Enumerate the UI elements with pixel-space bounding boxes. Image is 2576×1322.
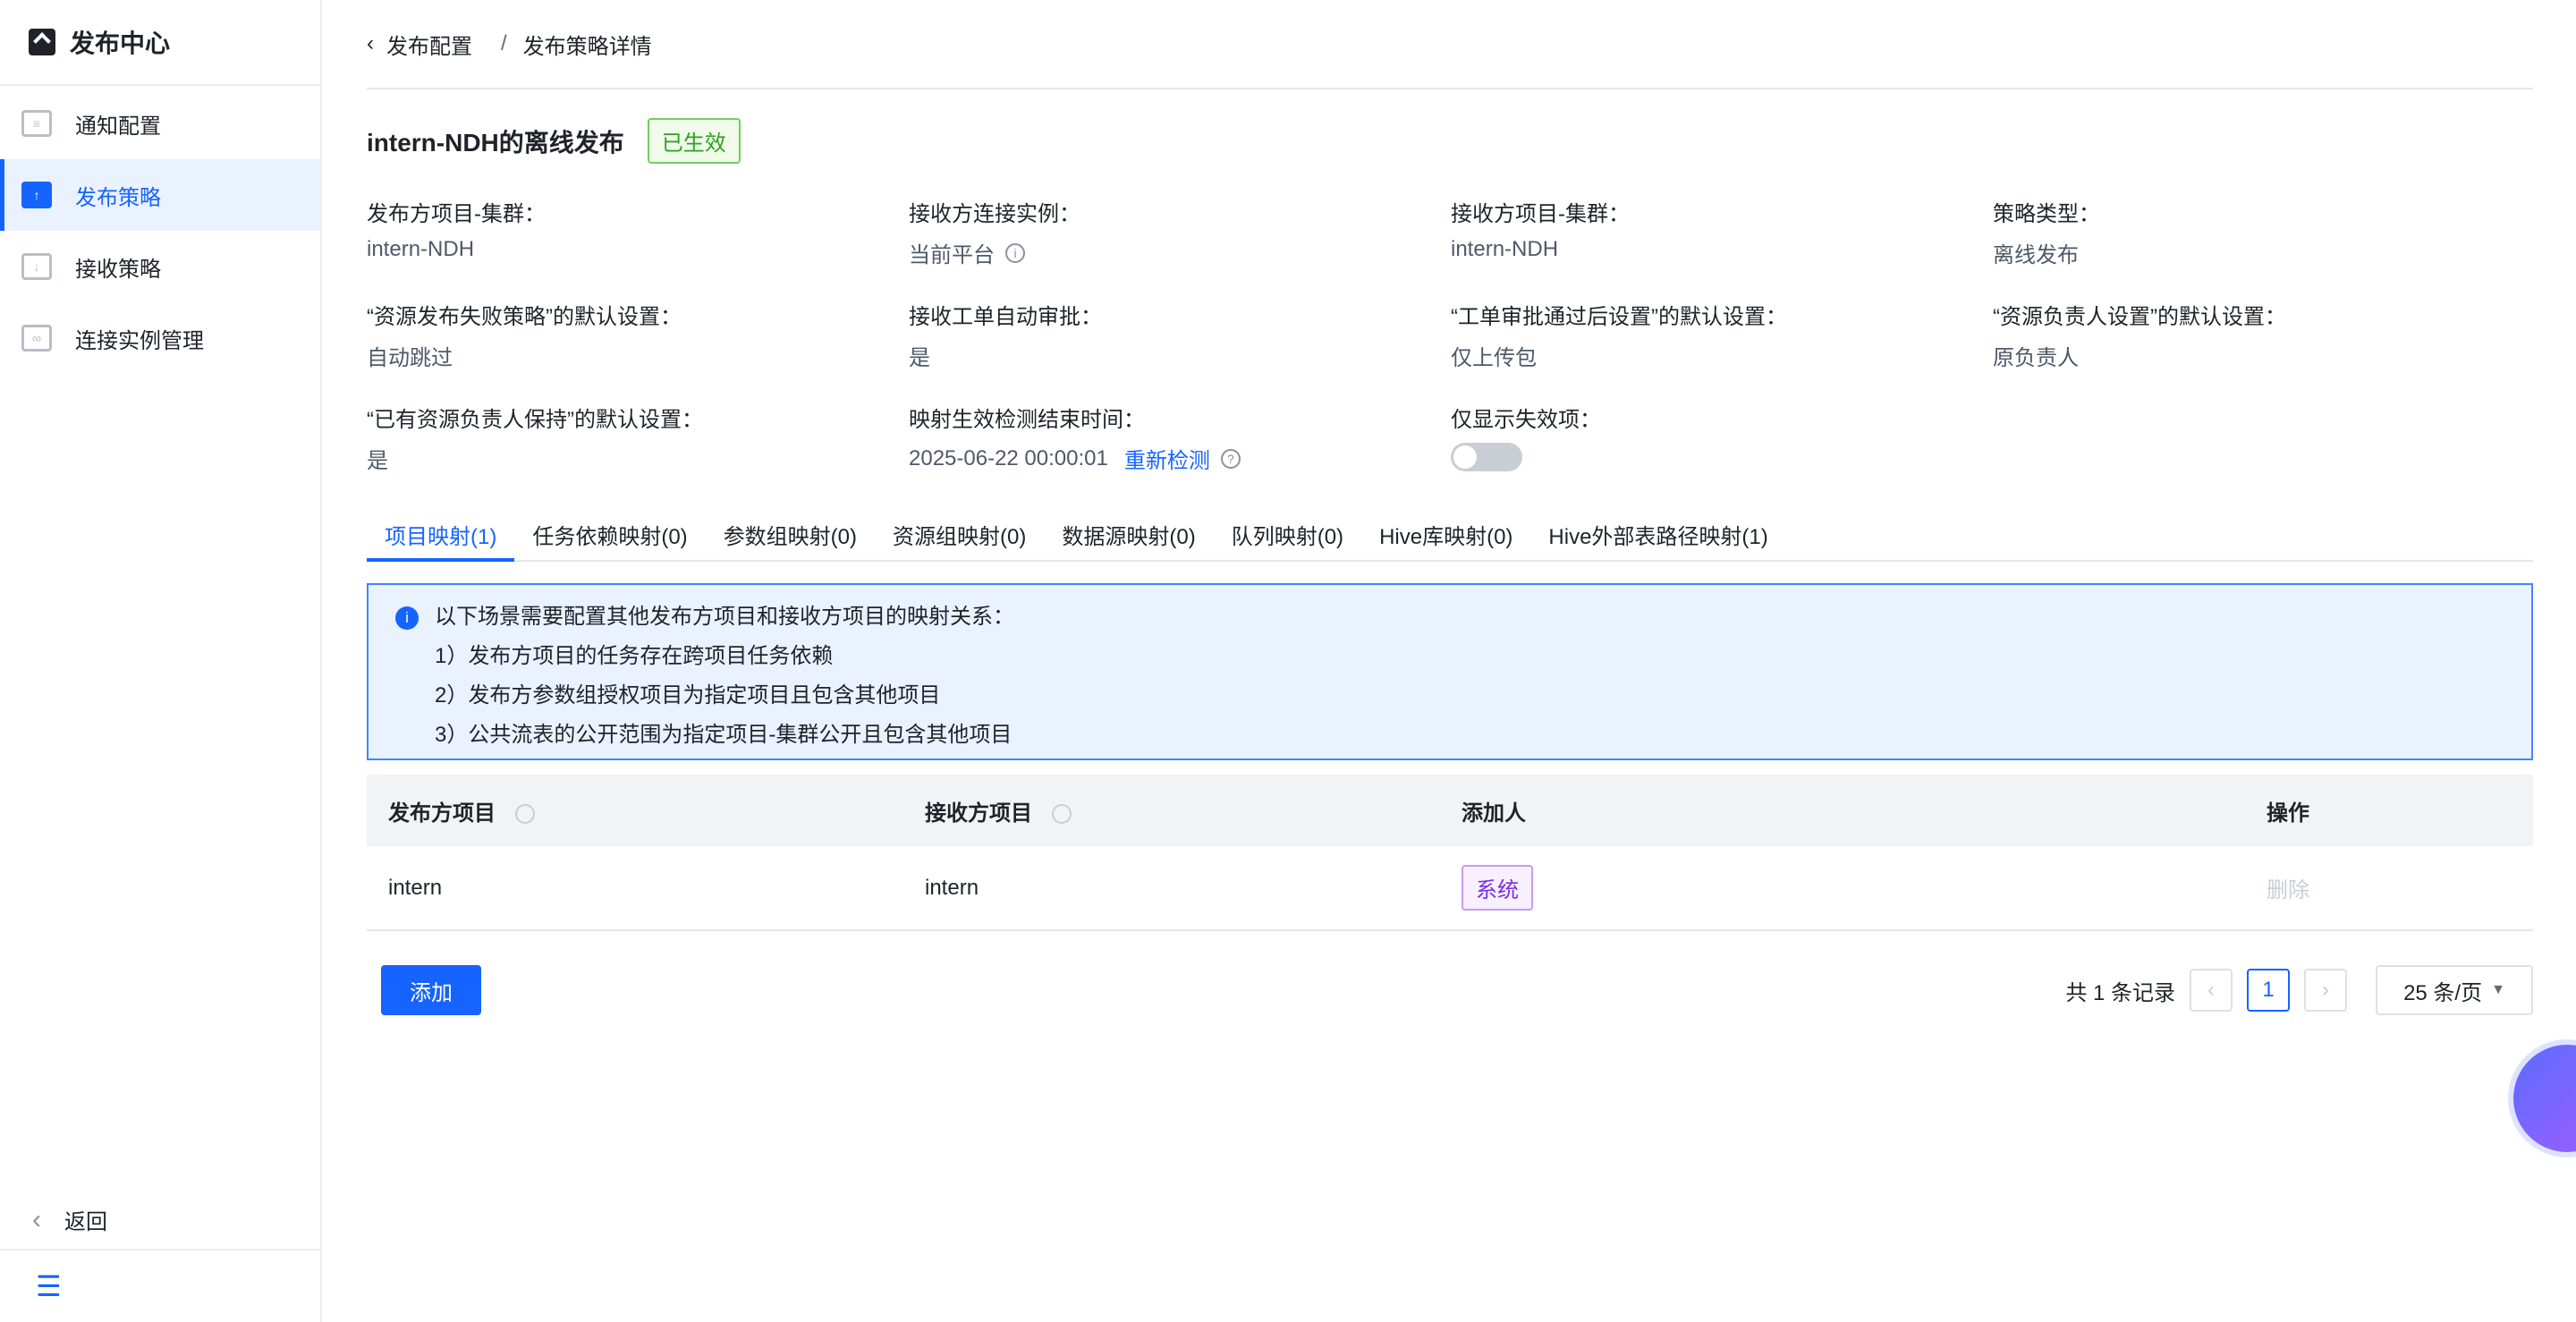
prev-page-button[interactable]: ‹ xyxy=(2190,969,2233,1012)
tab-param-group[interactable]: 参数组映射(0) xyxy=(706,519,875,560)
show-invalid-toggle[interactable] xyxy=(1451,443,1522,471)
sidebar: 发布中心 ≡ 通知配置 ↑ 发布策略 ↓ 接收策略 ∞ 连接实例管理 ‹ 返回 ☰ xyxy=(0,0,322,1322)
tab-project-mapping[interactable]: 项目映射(1) xyxy=(367,519,515,562)
tab-task-dependency[interactable]: 任务依赖映射(0) xyxy=(514,519,705,560)
search-icon[interactable] xyxy=(515,804,535,825)
tab-hive-external-path[interactable]: Hive外部表路径映射(1) xyxy=(1530,519,1785,560)
tab-datasource[interactable]: 数据源映射(0) xyxy=(1044,519,1213,560)
sidebar-item-receive-strategy[interactable]: ↓ 接收策略 xyxy=(0,231,320,302)
assistant-fab[interactable] xyxy=(2513,1045,2576,1152)
tab-resource-group[interactable]: 资源组映射(0) xyxy=(875,519,1044,560)
help-icon[interactable]: ? xyxy=(1220,448,1241,469)
mapping-table: 发布方项目 接收方项目 添加人 操作 intern intern 系统 删除 xyxy=(367,775,2533,931)
sidebar-item-notice[interactable]: ≡ 通知配置 xyxy=(0,88,320,159)
page-button[interactable]: 1 xyxy=(2247,969,2290,1012)
page-title: intern-NDH的离线发布 已生效 xyxy=(367,118,2533,164)
status-badge: 已生效 xyxy=(647,118,741,164)
publish-icon: ↑ xyxy=(21,182,52,208)
add-button[interactable]: 添加 xyxy=(381,965,481,1015)
mapping-tabs: 项目映射(1) 任务依赖映射(0) 参数组映射(0) 资源组映射(0) 数据源映… xyxy=(367,519,2533,562)
adder-badge: 系统 xyxy=(1462,865,1533,911)
table-row: intern intern 系统 删除 xyxy=(367,846,2533,931)
breadcrumb: ‹ 发布配置 / 发布策略详情 xyxy=(367,0,2533,89)
info-alert: i 以下场景需要配置其他发布方项目和接收方项目的映射关系： 1）发布方项目的任务存… xyxy=(367,583,2533,760)
collapse-menu-icon[interactable]: ☰ xyxy=(0,1249,320,1322)
chevron-left-icon[interactable]: ‹ xyxy=(367,31,374,56)
info-icon: i xyxy=(395,606,419,630)
chevron-left-icon: ‹ xyxy=(32,1204,41,1234)
detail-fields: 发布方项目-集群： intern-NDH 接收方连接实例： 当前平台 i 接收方项目-… xyxy=(367,202,2286,474)
breadcrumb-parent[interactable]: 发布配置 xyxy=(386,29,472,60)
sidebar-item-publish-strategy[interactable]: ↑ 发布策略 xyxy=(0,159,320,231)
pagination: 共 1 条记录 ‹ 1 › 25 条/页 ▼ xyxy=(2065,965,2533,1015)
search-icon[interactable] xyxy=(1052,804,1072,825)
recheck-link[interactable]: 重新检测 xyxy=(1124,443,1210,474)
app-logo-icon xyxy=(29,29,55,55)
page-size-select[interactable]: 25 条/页 ▼ xyxy=(2376,965,2533,1015)
breadcrumb-current: 发布策略详情 xyxy=(522,34,652,59)
next-page-button[interactable]: › xyxy=(2304,969,2347,1012)
tab-hive-db[interactable]: Hive库映射(0) xyxy=(1361,519,1530,560)
caret-down-icon: ▼ xyxy=(2491,982,2505,997)
link-icon: ∞ xyxy=(21,325,52,352)
delete-button[interactable]: 删除 xyxy=(2245,846,2533,931)
receive-icon: ↓ xyxy=(21,253,52,280)
notice-icon: ≡ xyxy=(21,110,52,137)
tab-queue[interactable]: 队列映射(0) xyxy=(1214,519,1361,560)
back-button[interactable]: ‹ 返回 xyxy=(32,1204,107,1235)
app-title: 发布中心 xyxy=(0,0,320,86)
sidebar-item-connection[interactable]: ∞ 连接实例管理 xyxy=(0,302,320,374)
info-icon[interactable]: i xyxy=(1005,242,1025,263)
